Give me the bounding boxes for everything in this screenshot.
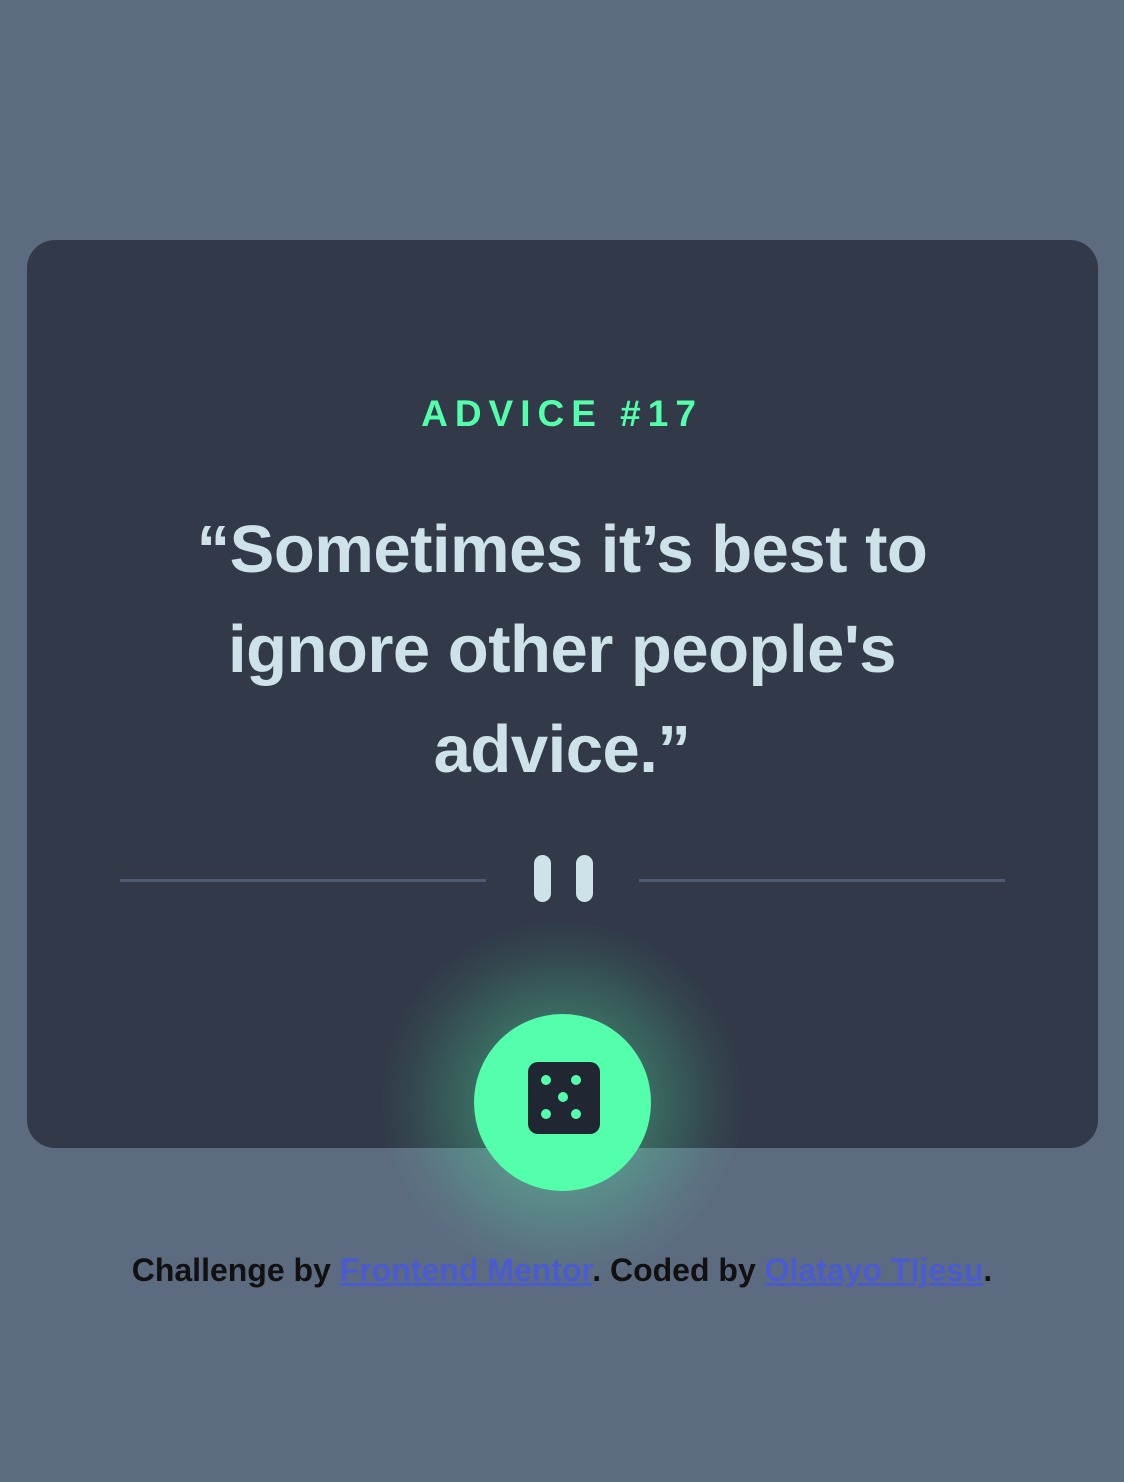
frontend-mentor-link[interactable]: Frontend Mentor [340,1252,592,1288]
attribution: Challenge by Frontend Mentor. Coded by O… [0,1248,1124,1292]
dice-pip [558,1092,568,1102]
dice-pip [571,1109,581,1119]
divider-line-right [639,879,1005,882]
new-advice-button[interactable] [474,1014,651,1191]
divider-line-left [120,879,486,882]
attribution-prefix: Challenge by [131,1252,340,1288]
advice-number: ADVICE #17 [421,393,703,434]
author-link[interactable]: Olatayo TIjesu [765,1252,984,1288]
attribution-suffix: . [983,1252,993,1288]
attribution-middle: . Coded by [592,1252,765,1288]
dice-pip [541,1109,551,1119]
pause-icon-bar-right [576,855,593,902]
advice-quote: “Sometimes it’s best to ignore other peo… [196,512,928,787]
dice-pip [541,1075,551,1085]
pause-icon-bar-left [534,855,551,902]
dice-pip [571,1075,581,1085]
dice-icon [528,1062,600,1134]
